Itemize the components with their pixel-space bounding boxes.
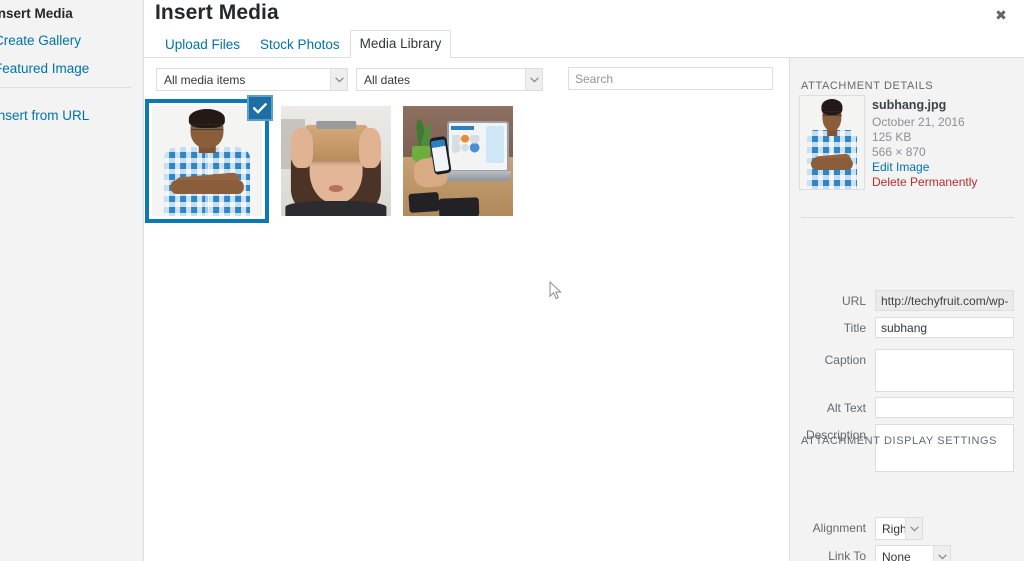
attachment-thumbnail: [403, 106, 513, 216]
alt-text-field-row: Alt Text: [790, 397, 1024, 418]
caption-label: Caption: [824, 353, 866, 367]
description-field-row: Description: [790, 424, 1024, 472]
attachment-filesize: 125 KB: [872, 130, 912, 144]
chevron-down-icon: [330, 69, 347, 90]
tab-upload-files[interactable]: Upload Files: [155, 31, 250, 58]
tab-media-library[interactable]: Media Library: [349, 30, 452, 58]
insert-media-modal: Insert Media Create Gallery Featured Ima…: [0, 0, 1024, 561]
check-icon[interactable]: [247, 95, 273, 121]
attachment-thumbnail: [281, 106, 391, 216]
link-to-row: Link To None: [790, 545, 1024, 561]
attachment-filename: subhang.jpg: [872, 98, 947, 112]
caption-field[interactable]: [875, 349, 1014, 392]
alignment-select[interactable]: Right: [875, 517, 923, 540]
attachment-details-thumbnail: [799, 95, 865, 190]
description-label: Description: [805, 428, 866, 442]
modal-title: Insert Media: [155, 1, 279, 24]
attachment-thumbnail: [152, 106, 262, 216]
title-label: Title: [843, 321, 866, 335]
menu-item-featured-image[interactable]: Featured Image: [0, 61, 144, 77]
search-input[interactable]: [568, 67, 773, 90]
menu-item-insert-media[interactable]: Insert Media: [0, 6, 144, 22]
vr-headset-image: [281, 106, 391, 216]
attachment-item-desk[interactable]: [403, 106, 513, 216]
alignment-row: Alignment Right: [790, 517, 1024, 540]
tab-bar: Upload Files Stock Photos Media Library: [155, 30, 452, 58]
menu-item-create-gallery[interactable]: Create Gallery: [0, 33, 144, 49]
media-type-filter-value: All media items: [164, 72, 246, 87]
alt-text-label: Alt Text: [826, 401, 866, 415]
attachment-info: subhang.jpg October 21, 2016 125 KB 566 …: [872, 98, 1022, 190]
chevron-down-icon: [905, 518, 922, 539]
attachment-details-heading: ATTACHMENT DETAILS: [801, 80, 934, 92]
media-menu-sidebar: Insert Media Create Gallery Featured Ima…: [0, 0, 144, 561]
title-field[interactable]: [875, 317, 1014, 338]
portrait-image: [152, 106, 262, 216]
alt-text-field[interactable]: [875, 397, 1014, 418]
tab-stock-photos[interactable]: Stock Photos: [250, 31, 350, 58]
url-field-row: URL: [790, 290, 1024, 311]
attachment-item-subhang[interactable]: [145, 95, 273, 223]
attachment-date: October 21, 2016: [872, 115, 965, 129]
edit-image-link[interactable]: Edit Image: [872, 160, 1022, 175]
display-settings-heading: ATTACHMENT DISPLAY SETTINGS: [801, 435, 998, 447]
url-label: URL: [841, 294, 866, 308]
media-type-filter-select[interactable]: All media items: [156, 68, 348, 91]
date-filter-value: All dates: [364, 72, 411, 87]
media-library-content: All media items All dates: [144, 58, 789, 561]
title-field-row: Title: [790, 317, 1024, 338]
caption-field-row: Caption: [790, 349, 1024, 392]
link-to-value: None: [882, 549, 911, 561]
menu-item-insert-from-url[interactable]: Insert from URL: [0, 108, 144, 124]
close-icon[interactable]: ✖: [984, 2, 1018, 28]
alignment-label: Alignment: [812, 521, 866, 535]
sidebar-divider: [801, 217, 1014, 218]
library-toolbar: All media items All dates: [144, 58, 789, 102]
delete-permanently-link[interactable]: Delete Permanently: [872, 175, 1022, 190]
alignment-value: Right: [882, 521, 905, 536]
url-field[interactable]: [875, 290, 1014, 311]
attachment-sidebar: ATTACHMENT DETAILS subhang.jpg October 2…: [789, 58, 1024, 561]
chevron-down-icon: [933, 546, 950, 561]
link-to-label: Link To: [828, 549, 866, 561]
description-field[interactable]: [875, 424, 1014, 472]
chevron-down-icon: [525, 69, 542, 90]
attachment-dimensions: 566 × 870: [872, 145, 926, 159]
desk-laptop-image: [403, 106, 513, 216]
date-filter-select[interactable]: All dates: [356, 68, 543, 91]
attachments-grid: [145, 95, 782, 223]
link-to-select[interactable]: None: [875, 545, 951, 561]
menu-divider: [0, 87, 131, 88]
attachment-item-vr[interactable]: [281, 106, 391, 216]
